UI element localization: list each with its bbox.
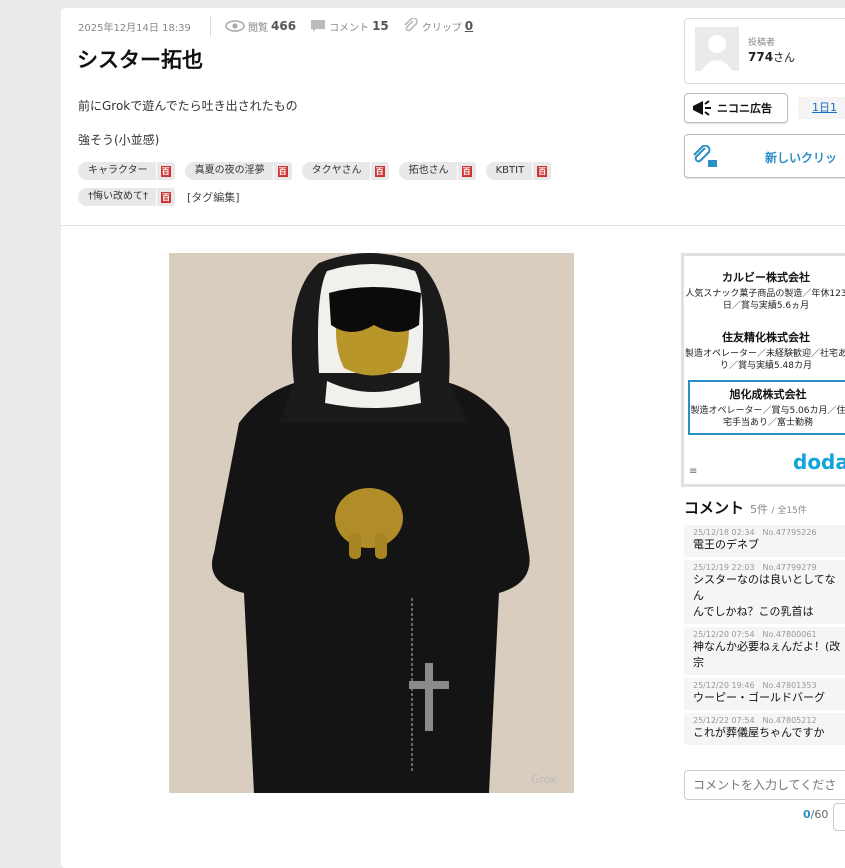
ad-detail: 製造オペレーター／未経験歓迎／社宅あり／賞与実績5.48カ月 [684,349,845,371]
clips-label: クリップ [421,22,462,34]
poster-label: 投稿者 [748,38,776,48]
comment-text: これが葬儀屋ちゃんですか [693,726,825,739]
poster-card[interactable]: 投稿者 774さん [684,18,845,84]
comment-list: 25/12/18 02:34 No.47795226 電王のデネブ 25/12/1… [684,525,845,748]
meta-divider [210,15,211,37]
tag-name[interactable]: タクヤさん [301,162,370,180]
clips-stat[interactable]: クリップ 0 [403,18,473,34]
new-clip-button[interactable]: 新しいクリッ [684,134,845,178]
tag[interactable]: キャラクター百 [78,162,175,180]
comments-stat: コメント 15 [310,19,389,34]
dic-icon[interactable]: 百 [272,162,292,180]
tag[interactable]: 拓也さん百 [398,162,476,180]
tag-name[interactable]: KBTIT [485,162,533,180]
day-link[interactable]: 1日1 [798,97,845,119]
tag-name[interactable]: †悔い改めて† [78,188,156,206]
dic-icon[interactable]: 百 [369,162,389,180]
ad-company: 住友精化株式会社 [722,331,810,344]
views-stat: 閲覧 466 [225,19,296,34]
job-ad[interactable]: 旭化成株式会社 製造オペレーター／賞与5.06カ月／住宅手当あり／富士勤務 [688,380,845,435]
dic-icon[interactable]: 百 [156,188,175,206]
comment-input[interactable] [684,770,845,800]
user-avatar-icon [701,35,733,71]
comment-text: 神なんか必要ねぇんだよ！(改宗 [693,640,841,669]
comment-meta: 25/12/19 22:03 No.47799279 [693,563,817,572]
tag-name[interactable]: キャラクター [78,162,156,180]
job-ad[interactable]: 住友精化株式会社 製造オペレーター／未経験歓迎／社宅あり／賞与実績5.48カ月 [684,329,845,372]
ad-detail: 製造オペレーター／賞与5.06カ月／住宅手当あり／富士勤務 [690,406,845,428]
dic-icon[interactable]: 百 [155,162,175,180]
ad-company: 旭化成株式会社 [729,388,807,401]
avatar[interactable] [695,27,739,71]
job-ad[interactable]: カルビー株式会社 人気スナック菓子商品の製造／年休123日／賞与実績5.6ヵ月 [684,269,845,312]
comments-label: コメント [329,22,370,34]
description: 前にGrokで遊んでたら吐き出されたもの 強そう(小並感) [78,98,298,166]
dic-icon[interactable]: 百 [456,162,476,180]
megaphone-icon [693,100,711,116]
comment-meta: 25/12/20 07:54 No.47800061 [693,630,817,639]
dic-icon[interactable]: 百 [532,162,552,180]
tag[interactable]: KBTIT 百 [485,162,552,180]
tag-row: キャラクター百 真夏の夜の淫夢百 タクヤさん百 拓也さん百 KBTIT 百 [78,162,598,180]
ad-company: カルビー株式会社 [722,271,810,284]
paperclip-icon [404,18,418,32]
comment-submit-button[interactable] [833,803,845,831]
ad-menu-icon[interactable]: ≡ [689,466,697,477]
comment-item: 25/12/22 07:54 No.47805212 これが葬儀屋ちゃんですか [684,713,845,745]
ad-detail: 人気スナック菓子商品の製造／年休123日／賞与実績5.6ヵ月 [685,289,845,311]
tag-list: キャラクター百 真夏の夜の淫夢百 タクヤさん百 拓也さん百 KBTIT 百 †悔い… [78,162,598,214]
tag-name[interactable]: 拓也さん [398,162,457,180]
views-label: 閲覧 [248,22,268,34]
poster-name[interactable]: 774さん [748,49,795,65]
grok-watermark: Grok [531,773,558,786]
comment-item: 25/12/20 19:46 No.47801353 ウーピー・ゴールドバーグ [684,678,845,710]
tag-name[interactable]: 真夏の夜の淫夢 [184,162,273,180]
nico-ad-button[interactable]: ニコニ広告 [684,93,788,123]
divider [61,225,845,226]
clip-add-icon [693,145,717,167]
comment-item: 25/12/20 07:54 No.47800061 神なんか必要ねぇんだよ！(改… [684,627,845,675]
nun-figure-illustration: Grok [169,253,574,793]
comment-text: ウーピー・ゴールドバーグ [693,691,825,704]
comment-meta: 25/12/20 19:46 No.47801353 [693,681,817,690]
page-title: シスター拓也 [77,48,203,72]
tag-edit-link[interactable]: [タグ編集] [187,189,240,205]
comment-meta: 25/12/18 02:34 No.47795226 [693,528,817,537]
comment-item: 25/12/19 22:03 No.47799279 シスターなのは良いとしてなん… [684,560,845,624]
new-clip-label: 新しいクリッ [765,151,838,165]
comment-item: 25/12/18 02:34 No.47795226 電王のデネブ [684,525,845,557]
tag[interactable]: 真夏の夜の淫夢百 [184,162,292,180]
main-image[interactable]: Grok [169,253,574,793]
clips-count[interactable]: 0 [465,19,473,33]
comment-meta: 25/12/22 07:54 No.47805212 [693,716,817,725]
tag-row: †悔い改めて† 百 [タグ編集] [78,188,598,206]
comments-count-label: 5件 / 全15件 [750,503,807,516]
tag[interactable]: タクヤさん百 [301,162,389,180]
eye-icon [225,20,245,32]
description-line: 前にGrokで遊んでたら吐き出されたもの [78,99,298,113]
comments-count: 15 [372,19,389,33]
comments-title: コメント [684,499,745,517]
job-ad-box[interactable]: カルビー株式会社 人気スナック菓子商品の製造／年休123日／賞与実績5.6ヵ月 … [681,253,845,487]
nico-ad-label: ニコニ広告 [717,102,772,115]
tag[interactable]: †悔い改めて† 百 [78,188,175,206]
post-date: 2025年12月14日 18:39 [78,22,191,34]
meta-bar: 2025年12月14日 18:39 閲覧 466 コメント 15 クリップ 0 [78,15,487,37]
comment-text: シスターなのは良いとしてなん んでしかね？この乳首は [693,573,836,618]
comments-header: コメント 5件 / 全15件 [684,497,807,518]
comment-text: 電王のデネブ [693,538,759,551]
comment-char-count: 0/60 [803,808,829,821]
doda-logo: doda [793,450,845,474]
views-count: 466 [271,19,297,33]
comment-icon [311,20,326,32]
description-line: 強そう(小並感) [78,133,160,147]
